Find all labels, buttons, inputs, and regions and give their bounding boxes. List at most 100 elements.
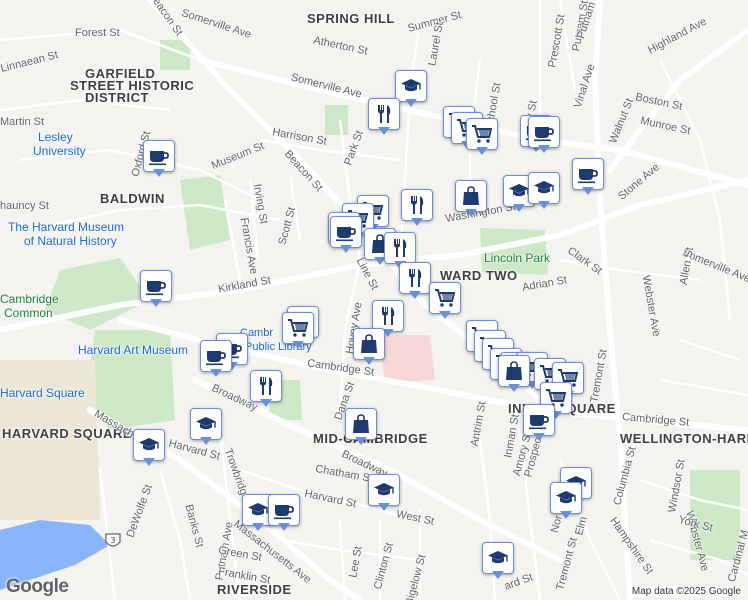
- school-marker[interactable]: [190, 408, 222, 448]
- school-marker-box: [133, 429, 165, 461]
- grocery-marker[interactable]: [429, 282, 461, 322]
- cafe-marker-box: [140, 270, 172, 302]
- marker-tail: [260, 399, 272, 407]
- school-marker[interactable]: [482, 542, 514, 582]
- restaurant-icon: [409, 269, 422, 287]
- school-icon: [534, 181, 554, 194]
- shopping-marker[interactable]: [353, 328, 385, 368]
- restaurant-marker-box: [399, 262, 431, 294]
- cafe-marker[interactable]: [330, 216, 362, 256]
- grocery-marker[interactable]: [466, 118, 498, 158]
- school-marker[interactable]: [368, 474, 400, 514]
- cafe-marker[interactable]: [528, 116, 560, 156]
- marker-tail: [513, 204, 525, 212]
- restaurant-marker[interactable]: [250, 370, 282, 410]
- marker-tail: [409, 291, 421, 299]
- marker-tail: [150, 299, 162, 307]
- google-logo[interactable]: Google: [6, 576, 69, 598]
- coffee-cup-icon: [336, 227, 356, 242]
- grocery-marker-box: [466, 118, 498, 150]
- coffee-cup-icon: [529, 415, 549, 430]
- shopping-marker-box: [455, 180, 487, 212]
- school-marker[interactable]: [133, 429, 165, 469]
- marker-tail: [143, 458, 155, 466]
- cafe-marker-box: [268, 494, 300, 526]
- grocery-marker[interactable]: [282, 312, 314, 352]
- map-credit[interactable]: Map data ©2025 Google: [628, 586, 744, 597]
- cafe-marker-box: [143, 140, 175, 172]
- cafe-marker[interactable]: [268, 494, 300, 534]
- shopping-bag-icon: [506, 361, 522, 380]
- grocery-cart-icon: [435, 289, 456, 307]
- marker-tail: [533, 433, 545, 441]
- marker-tail: [355, 437, 367, 445]
- coffee-cup-icon: [274, 505, 294, 520]
- map-canvas[interactable]: 3 SPRING HILL GARFIELD STREET HISTORIC D…: [0, 0, 748, 600]
- marker-tail: [476, 147, 488, 155]
- marker-tail: [252, 523, 264, 531]
- cafe-marker[interactable]: [523, 404, 555, 444]
- cafe-marker-box: [200, 340, 232, 372]
- cafe-marker[interactable]: [143, 140, 175, 180]
- marker-tail: [492, 571, 504, 579]
- campus-area: [0, 360, 100, 520]
- restaurant-marker[interactable]: [368, 98, 400, 138]
- coffee-cup-icon: [206, 351, 226, 366]
- cafe-marker[interactable]: [572, 158, 604, 198]
- marker-tail: [439, 311, 451, 319]
- shopping-bag-icon: [353, 414, 369, 433]
- coffee-cup-icon: [578, 169, 598, 184]
- marker-tail: [582, 187, 594, 195]
- restaurant-icon: [260, 377, 273, 395]
- school-marker[interactable]: [528, 172, 560, 212]
- restaurant-icon: [378, 105, 391, 123]
- restaurant-icon: [411, 196, 424, 214]
- cafe-marker-box: [528, 116, 560, 148]
- grocery-marker-box: [429, 282, 461, 314]
- prospect-vinal-road: [591, 0, 633, 600]
- shopping-bag-icon: [463, 186, 479, 205]
- school-icon: [374, 483, 394, 496]
- school-marker-box: [368, 474, 400, 506]
- grocery-marker-box: [282, 312, 314, 344]
- school-marker-box: [190, 408, 222, 440]
- cafe-marker-box: [523, 404, 555, 436]
- shopping-marker[interactable]: [498, 355, 530, 395]
- marker-tail: [292, 341, 304, 349]
- restaurant-marker-box: [401, 189, 433, 221]
- restaurant-marker[interactable]: [399, 262, 431, 302]
- marker-tail: [153, 169, 165, 177]
- grocery-cart-icon: [472, 125, 493, 143]
- school-icon: [556, 491, 576, 504]
- cafe-marker-box: [572, 158, 604, 190]
- restaurant-marker[interactable]: [401, 189, 433, 229]
- marker-tail: [378, 127, 390, 135]
- restaurant-marker-box: [368, 98, 400, 130]
- school-icon: [488, 551, 508, 564]
- school-marker-box: [482, 542, 514, 574]
- marker-tail: [538, 145, 550, 153]
- shopping-marker-box: [353, 328, 385, 360]
- shopping-marker[interactable]: [455, 180, 487, 220]
- cafe-marker[interactable]: [140, 270, 172, 310]
- school-icon: [401, 79, 421, 92]
- east-park: [690, 470, 740, 560]
- marker-tail: [340, 245, 352, 253]
- route-3-shield: 3: [105, 533, 121, 547]
- shopping-bag-icon: [361, 334, 377, 353]
- marker-tail: [200, 437, 212, 445]
- marker-tail: [560, 511, 572, 519]
- marker-tail: [508, 384, 520, 392]
- coffee-cup-icon: [534, 127, 554, 142]
- school-icon: [196, 417, 216, 430]
- shopping-marker[interactable]: [345, 408, 377, 448]
- marker-tail: [378, 503, 390, 511]
- restaurant-marker-box: [384, 232, 416, 264]
- cafe-marker-box: [330, 216, 362, 248]
- restaurant-marker-box: [250, 370, 282, 402]
- school-marker[interactable]: [550, 482, 582, 522]
- marker-tail: [465, 209, 477, 217]
- marker-tail: [411, 218, 423, 226]
- school-marker-box: [550, 482, 582, 514]
- cafe-marker[interactable]: [200, 340, 232, 380]
